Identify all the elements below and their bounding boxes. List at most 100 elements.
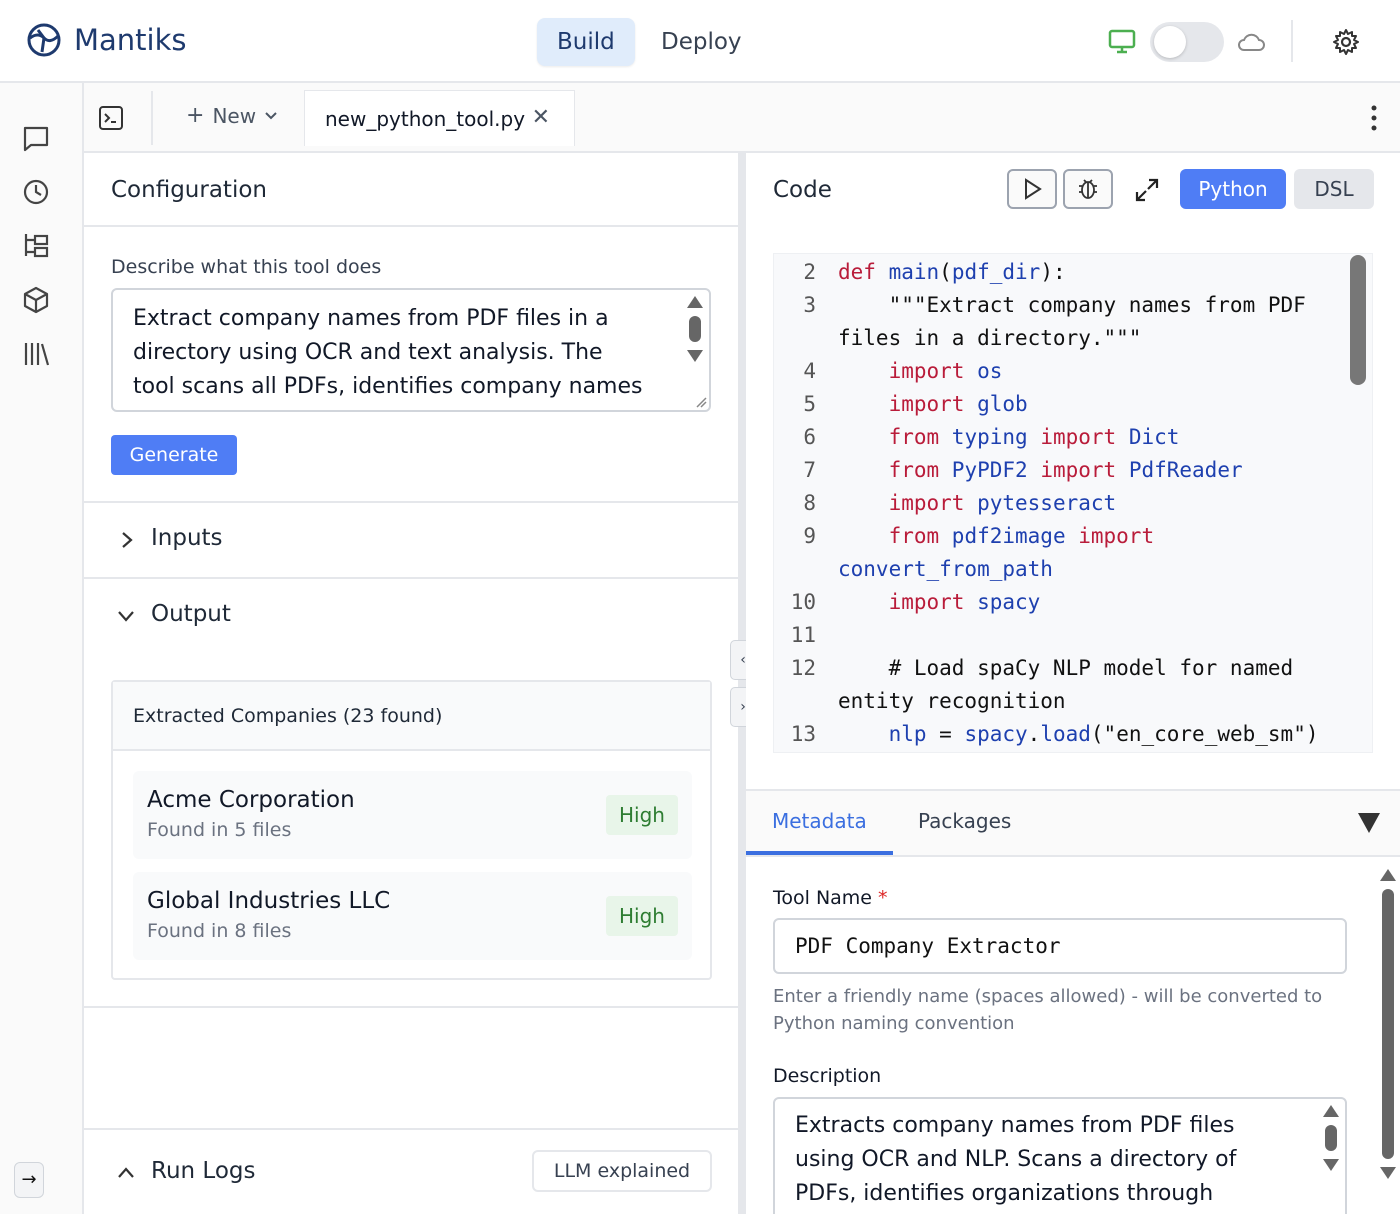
line-number: 8 (803, 491, 816, 515)
terminal-icon[interactable] (98, 105, 124, 131)
package-icon[interactable] (20, 284, 52, 316)
mantiks-logo-icon (27, 23, 61, 57)
debug-button[interactable] (1063, 169, 1113, 209)
code-line: 7 from PyPDF2 import PdfReader (774, 454, 1372, 487)
code-text: # Load spaCy NLP model for named (838, 656, 1294, 680)
description-scrollbar[interactable] (1321, 1105, 1341, 1171)
code-text: def main(pdf_dir): (838, 260, 1066, 284)
file-tab-label: new_python_tool.py (325, 106, 526, 131)
description-text: Extracts company names from PDF files us… (795, 1113, 1237, 1206)
code-panel: Code Python DSL 2 def main(pdf_dir): 3 """… (746, 153, 1400, 781)
expand-icon[interactable] (1134, 177, 1160, 203)
tool-name-hint: Enter a friendly name (spaces allowed) -… (773, 986, 1323, 1034)
inputs-accordion[interactable]: Inputs (84, 503, 738, 577)
code-text: import pytesseract (888, 491, 1117, 515)
play-icon (1025, 178, 1042, 200)
describe-text: Extract company names from PDF files in … (133, 306, 643, 410)
metadata-scrollbar[interactable] (1378, 869, 1398, 1214)
divider (84, 225, 738, 227)
history-icon[interactable] (20, 176, 52, 208)
code-line: 3 """Extract company names from PDF (774, 289, 1372, 322)
code-text: files in a directory.""" (838, 326, 1142, 350)
line-number: 11 (790, 623, 816, 647)
monitor-icon (1108, 29, 1136, 54)
description-label: Description (773, 1065, 882, 1087)
tool-name-input[interactable]: PDF Company Extractor (773, 918, 1347, 974)
generate-button[interactable]: Generate (111, 435, 237, 475)
build-mode-button[interactable]: Build (537, 18, 635, 66)
code-line: 11 (774, 619, 1372, 652)
code-line: convert_from_path (774, 553, 1372, 586)
line-number: 12 (790, 656, 816, 680)
dsl-language-button[interactable]: DSL (1294, 169, 1374, 209)
close-tab-icon[interactable]: ✕ (532, 105, 550, 130)
more-options-icon[interactable] (1370, 103, 1378, 133)
describe-textarea[interactable]: Extract company names from PDF files in … (111, 288, 711, 412)
settings-gear-icon[interactable] (1332, 28, 1360, 56)
company-file-count: Found in 8 files (147, 920, 292, 942)
line-number: 2 (803, 260, 816, 284)
new-label: New (212, 103, 257, 128)
line-number: 7 (803, 458, 816, 482)
company-name: Global Industries LLC (147, 888, 391, 914)
chat-icon[interactable] (20, 123, 52, 155)
environment-toggle[interactable] (1150, 22, 1224, 62)
chevron-up-icon (118, 1167, 134, 1178)
cloud-icon (1238, 33, 1265, 51)
editor-tab-bar: + New new_python_tool.py ✕ (84, 83, 1400, 153)
code-line: 13 nlp = spacy.load("en_core_web_sm") (774, 718, 1372, 751)
chevron-down-icon (118, 611, 134, 622)
line-number: 6 (803, 425, 816, 449)
code-editor[interactable]: 2 def main(pdf_dir): 3 """Extract company … (773, 253, 1373, 753)
code-text: from pdf2image import (888, 524, 1155, 548)
output-accordion[interactable]: Output (84, 579, 738, 653)
code-line: 5 import glob (774, 388, 1372, 421)
run-button[interactable] (1007, 169, 1057, 209)
line-number: 4 (803, 359, 816, 383)
library-icon[interactable] (20, 338, 52, 370)
output-card: Extracted Companies (23 found) Acme Corp… (111, 680, 712, 980)
line-number: 3 (803, 293, 816, 317)
textarea-scrollbar[interactable] (685, 296, 705, 362)
company-file-count: Found in 5 files (147, 819, 292, 841)
bug-icon (1079, 179, 1097, 199)
top-header: Mantiks Build Deploy (0, 0, 1400, 83)
python-language-button[interactable]: Python (1180, 169, 1286, 209)
chevron-right-icon (122, 532, 133, 548)
left-rail: → (0, 83, 84, 1214)
hierarchy-icon[interactable] (20, 230, 52, 262)
code-line: entity recognition (774, 685, 1372, 718)
code-line: 9 from pdf2image import (774, 520, 1372, 553)
tab-metadata[interactable]: Metadata (746, 791, 893, 855)
line-number: 10 (790, 590, 816, 614)
collapse-triangle-icon[interactable] (1358, 813, 1380, 833)
company-item[interactable]: Acme Corporation Found in 5 files High (133, 771, 692, 859)
tab-packages[interactable]: Packages (892, 791, 1037, 855)
code-text: entity recognition (838, 689, 1066, 713)
brand-logo[interactable]: Mantiks (26, 22, 187, 58)
code-text: from typing import Dict (888, 425, 1180, 449)
file-tab[interactable]: new_python_tool.py ✕ (304, 90, 575, 146)
chevron-down-icon (265, 111, 277, 119)
description-textarea[interactable]: Extracts company names from PDF files us… (773, 1097, 1347, 1214)
code-line: 4 import os (774, 355, 1372, 388)
expand-sidebar-button[interactable]: → (14, 1162, 44, 1198)
code-text: """Extract company names from PDF (838, 293, 1306, 317)
configuration-panel: Configuration Describe what this tool do… (84, 153, 738, 1214)
output-label: Output (151, 601, 231, 627)
resize-handle-icon[interactable] (695, 396, 707, 408)
code-title: Code (773, 177, 832, 203)
panel-splitter[interactable] (738, 153, 746, 1214)
llm-explained-button[interactable]: LLM explained (532, 1150, 712, 1192)
code-scrollbar-thumb[interactable] (1350, 255, 1366, 385)
new-file-button[interactable]: + New (186, 103, 278, 128)
tab-bar-divider (151, 91, 153, 145)
deploy-mode-button[interactable]: Deploy (641, 18, 762, 66)
brand-name: Mantiks (74, 23, 187, 57)
company-item[interactable]: Global Industries LLC Found in 8 files H… (133, 872, 692, 960)
code-text: import os (888, 359, 1003, 383)
header-divider (1291, 20, 1293, 62)
code-text: from PyPDF2 import PdfReader (888, 458, 1243, 482)
code-text: nlp = spacy.load("en_core_web_sm") (888, 722, 1319, 746)
code-line: files in a directory.""" (774, 322, 1372, 355)
